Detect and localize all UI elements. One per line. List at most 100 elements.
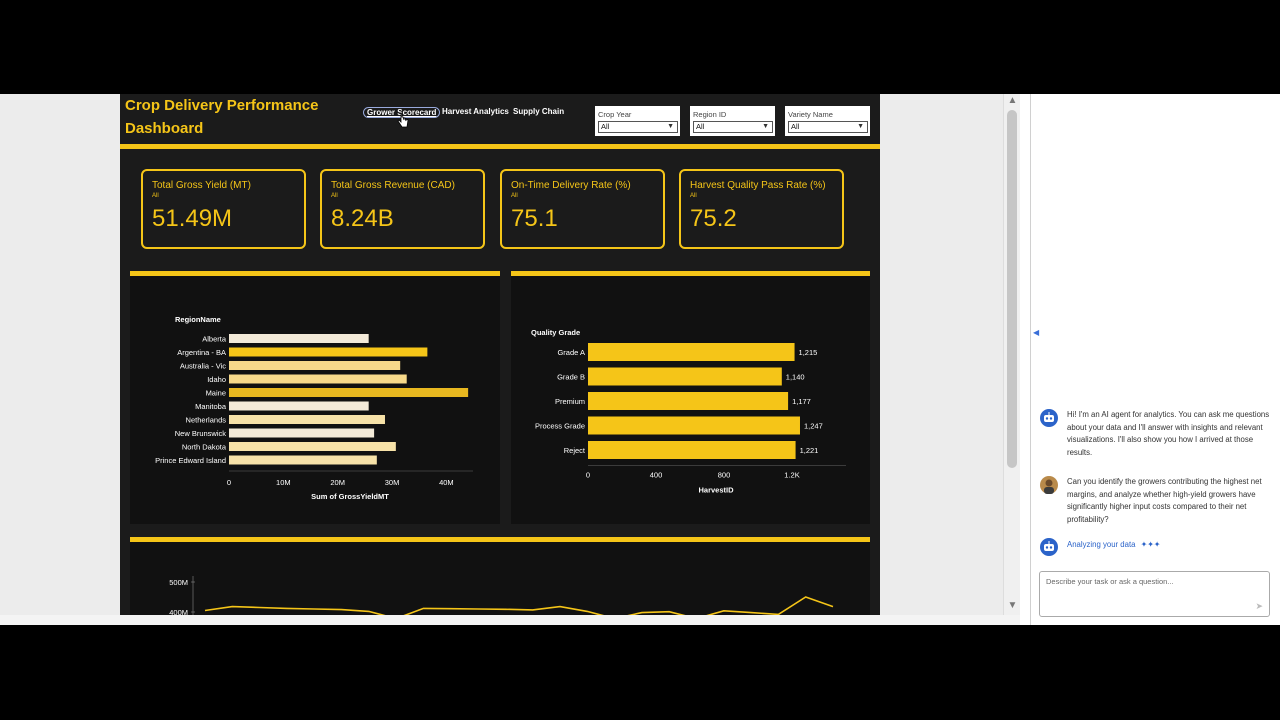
data-label: 1,221 (800, 446, 819, 455)
category-label: Idaho (207, 375, 226, 384)
kpi-card-gross-yield: Total Gross Yield (MT) All 51.49M (141, 169, 306, 249)
category-label: Process Grade (535, 422, 585, 431)
quality-grade-panel: Quality Grade Grade A 1,215 Grade B 1,140 Pre… (511, 276, 870, 524)
header-divider (120, 144, 880, 149)
data-label: 1,177 (792, 397, 811, 406)
bar (229, 347, 428, 357)
kpi-value: 8.24B (331, 205, 394, 232)
bar (229, 361, 401, 370)
x-tick-label: 400 (650, 471, 663, 480)
x-axis-title: HarvestID (698, 486, 734, 495)
category-label: Grade B (557, 373, 585, 382)
y-axis-title: Quality Grade (531, 328, 580, 337)
x-tick-label: 20M (330, 478, 345, 487)
x-axis-title: Sum of GrossYieldMT (311, 492, 389, 501)
bar (588, 343, 795, 361)
category-label: Reject (564, 446, 586, 455)
x-tick-label: 0 (586, 471, 590, 480)
robot-icon (1044, 412, 1054, 422)
scroll-thumb[interactable] (1007, 110, 1017, 468)
pointer-cursor-icon (397, 112, 409, 128)
category-label: New Brunswick (175, 429, 227, 438)
variety-name-select[interactable]: All ▼ (788, 121, 868, 133)
scroll-down-icon[interactable]: ▼ (1004, 599, 1021, 613)
status-text: Analyzing your data (1067, 540, 1136, 549)
chevron-down-icon: ▼ (667, 123, 674, 130)
x-tick-label: 0 (227, 478, 231, 487)
collapse-arrow-icon[interactable]: ◀ (1033, 328, 1039, 337)
trend-panel: 500M 400M (130, 542, 870, 615)
crop-year-label: Crop Year (598, 110, 632, 119)
kpi-card-quality-pass-rate: Harvest Quality Pass Rate (%) All 75.2 (679, 169, 844, 249)
robot-icon (1044, 541, 1054, 551)
tab-supply-chain[interactable]: Supply Chain (513, 107, 564, 116)
sparkle-icon: ✦✦✦ (1140, 540, 1161, 549)
bar (229, 415, 385, 424)
bar (229, 401, 369, 411)
kpi-title: On-Time Delivery Rate (%) (511, 180, 631, 191)
page-margin-left (0, 94, 120, 615)
kpi-card-on-time-delivery: On-Time Delivery Rate (%) All 75.1 (500, 169, 665, 249)
data-label: 1,215 (799, 348, 818, 357)
quality-grade-chart[interactable]: Quality Grade Grade A 1,215 Grade B 1,140 Pre… (511, 276, 870, 524)
scroll-up-icon[interactable]: ▲ (1004, 94, 1021, 108)
bottom-strip (0, 615, 1030, 625)
bar (229, 442, 396, 451)
revenue-trend-chart[interactable]: 500M 400M (130, 542, 870, 615)
agent-message: Hi! I'm an AI agent for analytics. You c… (1067, 410, 1270, 457)
bar (229, 334, 369, 343)
x-tick-label: 800 (718, 471, 731, 480)
x-tick-label: 10M (276, 478, 291, 487)
bar (588, 367, 782, 386)
category-label: Maine (206, 389, 226, 398)
user-avatar (1040, 476, 1058, 494)
category-label: Argentina - BA (177, 348, 226, 357)
pane-divider[interactable] (1020, 94, 1031, 625)
x-tick-label: 1.2K (784, 471, 799, 480)
variety-name-filter[interactable]: Variety Name All ▼ (785, 106, 870, 136)
vertical-scrollbar[interactable]: ▲ ▼ (1003, 94, 1021, 615)
kpi-title: Total Gross Yield (MT) (152, 180, 251, 191)
chat-input-placeholder: Describe your task or ask a question... (1046, 577, 1174, 586)
kpi-subtitle: All (152, 193, 159, 199)
analyzing-status: Analyzing your data ✦✦✦ (1067, 540, 1160, 549)
chat-panel: ◀ Hi! I'm an AI agent for analytics. You… (1031, 94, 1280, 625)
kpi-value: 51.49M (152, 205, 233, 232)
region-id-select[interactable]: All ▼ (693, 121, 773, 133)
bar (588, 441, 796, 459)
x-tick-label: 40M (439, 478, 454, 487)
region-yield-panel: RegionName Alberta Argentina - BA Australia… (130, 276, 500, 524)
crop-year-select[interactable]: All ▼ (598, 121, 678, 133)
crop-year-filter[interactable]: Crop Year All ▼ (595, 106, 680, 136)
tab-harvest-analytics[interactable]: Harvest Analytics (442, 107, 509, 116)
variety-name-label: Variety Name (788, 110, 833, 119)
kpi-subtitle: All (690, 193, 697, 199)
category-label: Prince Edward Island (155, 456, 226, 465)
data-label: 1,247 (804, 422, 823, 431)
category-label: Premium (555, 397, 585, 406)
y-tick-label: 500M (169, 578, 188, 587)
chat-input[interactable]: Describe your task or ask a question... … (1039, 571, 1270, 617)
bar (588, 416, 800, 435)
dashboard-title: Crop Delivery Performance Dashboard (125, 97, 319, 137)
region-id-filter[interactable]: Region ID All ▼ (690, 106, 775, 136)
user-message: Can you identify the growers contributin… (1067, 477, 1262, 524)
region-yield-chart[interactable]: RegionName Alberta Argentina - BA Australia… (130, 276, 500, 524)
bar (229, 388, 469, 397)
data-label: 1,140 (786, 373, 805, 382)
series-line (204, 596, 834, 615)
bar (229, 455, 377, 465)
y-tick-label: 400M (169, 608, 188, 615)
send-icon[interactable]: ➤ (1255, 601, 1263, 612)
kpi-value: 75.1 (511, 205, 558, 232)
kpi-title: Total Gross Revenue (CAD) (331, 180, 455, 191)
chevron-down-icon: ▼ (762, 123, 769, 130)
kpi-subtitle: All (331, 193, 338, 199)
region-id-label: Region ID (693, 110, 727, 119)
user-photo-icon (1044, 479, 1054, 494)
x-tick-label: 30M (385, 478, 400, 487)
crop-year-value: All (601, 122, 610, 131)
category-label: Australia - Vic (180, 362, 226, 371)
category-label: Alberta (202, 335, 227, 344)
region-id-value: All (696, 122, 705, 131)
